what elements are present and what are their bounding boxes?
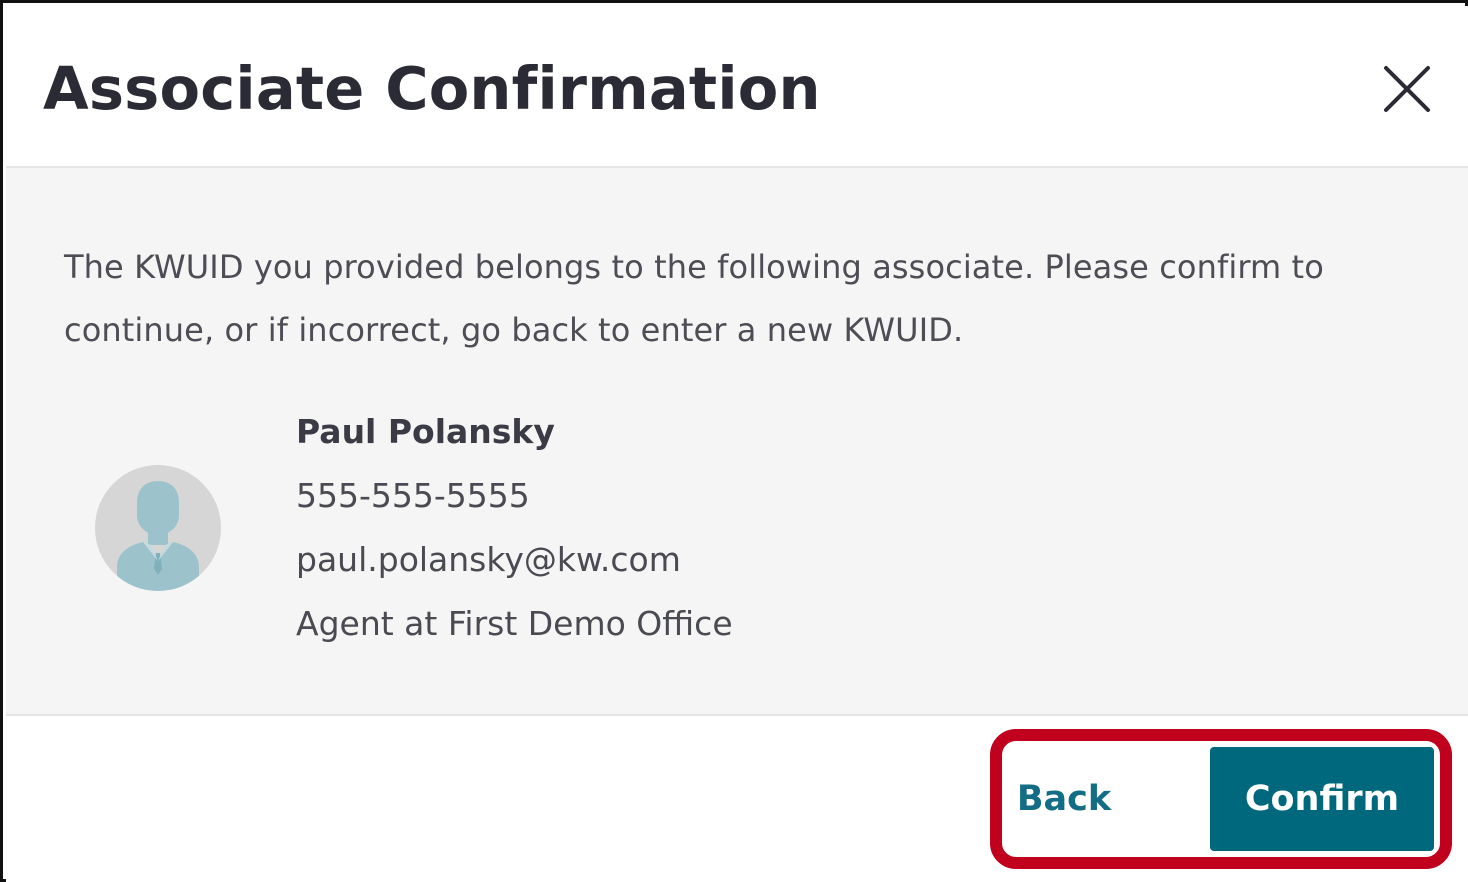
dialog-header: Associate Confirmation (6, 6, 1468, 168)
avatar (95, 465, 221, 591)
associate-name: Paul Polansky (296, 412, 555, 451)
dialog-body: The KWUID you provided belongs to the fo… (6, 168, 1468, 716)
back-button[interactable]: Back (1006, 747, 1122, 851)
close-button[interactable] (1380, 62, 1434, 116)
close-icon (1384, 66, 1430, 112)
dialog-title: Associate Confirmation (43, 54, 821, 123)
associate-details: Paul Polansky 555-555-5555 paul.polansky… (296, 400, 733, 656)
person-avatar-icon (117, 481, 199, 591)
associate-role: Agent at First Demo Office (296, 604, 733, 643)
confirmation-message: The KWUID you provided belongs to the fo… (64, 248, 1324, 349)
confirm-button[interactable]: Confirm (1210, 747, 1434, 851)
associate-email: paul.polansky@kw.com (296, 540, 681, 579)
associate-phone: 555-555-5555 (296, 476, 530, 515)
